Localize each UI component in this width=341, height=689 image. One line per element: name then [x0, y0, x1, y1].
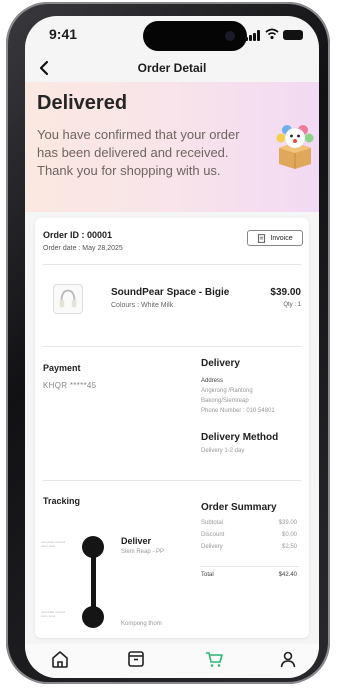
product-qty: Qty : 1 — [283, 302, 301, 308]
bottom-tab-bar — [25, 644, 319, 678]
document-icon — [258, 233, 266, 243]
summary-value: $39.00 — [278, 520, 297, 526]
nav-bar: Order Detail — [25, 56, 319, 82]
battery-icon — [283, 30, 303, 40]
signal-icon — [245, 30, 261, 41]
payment-title: Payment — [43, 363, 81, 373]
order-date: Order date : May 28,2025 — [43, 245, 123, 252]
tab-orders[interactable] — [125, 648, 147, 670]
tab-home[interactable] — [49, 648, 71, 670]
status-time: 9:41 — [49, 26, 78, 42]
banner-message: You have confirmed that your order has b… — [37, 127, 240, 178]
tracking-location: Kompong thom — [121, 621, 162, 627]
dynamic-island — [143, 21, 247, 51]
phone-frame: 9:41 Order Detail Delivered You have con… — [6, 2, 330, 684]
address-label: Address — [201, 378, 224, 384]
product-price: $39.00 — [270, 287, 301, 298]
delivery-method-title: Delivery Method — [201, 432, 279, 443]
order-id: Order ID : 00001 — [43, 230, 113, 240]
page-title: Order Detail — [137, 61, 207, 75]
summary-value: $2.50 — [281, 544, 297, 550]
cart-icon — [206, 652, 223, 667]
address-line: Angkrong /Rantong — [201, 388, 253, 394]
tab-cart[interactable] — [203, 648, 225, 670]
divider — [43, 346, 301, 347]
divider — [201, 566, 299, 567]
invoice-button[interactable]: Invoice — [247, 230, 303, 246]
home-icon — [52, 651, 68, 668]
order-summary-title: Order Summary — [201, 502, 277, 513]
divider — [43, 480, 301, 481]
mascot-box-icon — [276, 125, 314, 169]
tab-profile[interactable] — [277, 648, 299, 670]
address-line: Bakong/Siemreap — [201, 398, 249, 404]
divider — [43, 264, 301, 265]
payment-method: KHQR *****45 — [43, 381, 97, 390]
phone-number: Phone Number : 010 54801 — [201, 408, 275, 414]
user-icon — [280, 651, 296, 668]
tracking-timestamp: ▭▭▭▭ ▭▭▭ ▭▭ ▭▭ — [41, 610, 66, 618]
invoice-label: Invoice — [270, 234, 293, 242]
tracking-title: Tracking — [43, 496, 81, 506]
screen: 9:41 Order Detail Delivered You have con… — [25, 16, 319, 678]
status-bar: 9:41 — [25, 16, 319, 56]
wifi-icon — [265, 28, 279, 40]
delivered-banner: Delivered You have confirmed that your o… — [25, 82, 319, 212]
banner-title: Delivered — [37, 92, 128, 114]
tracking-dot — [82, 606, 104, 628]
delivery-title: Delivery — [201, 358, 240, 369]
archive-box-icon — [128, 651, 144, 667]
total-value: $42.40 — [278, 572, 297, 578]
summary-value: $0.00 — [281, 532, 297, 538]
order-card: Order ID : 00001 Order date : May 28,202… — [35, 218, 309, 638]
delivery-method-value: Delivery 1-2 day — [201, 448, 245, 454]
